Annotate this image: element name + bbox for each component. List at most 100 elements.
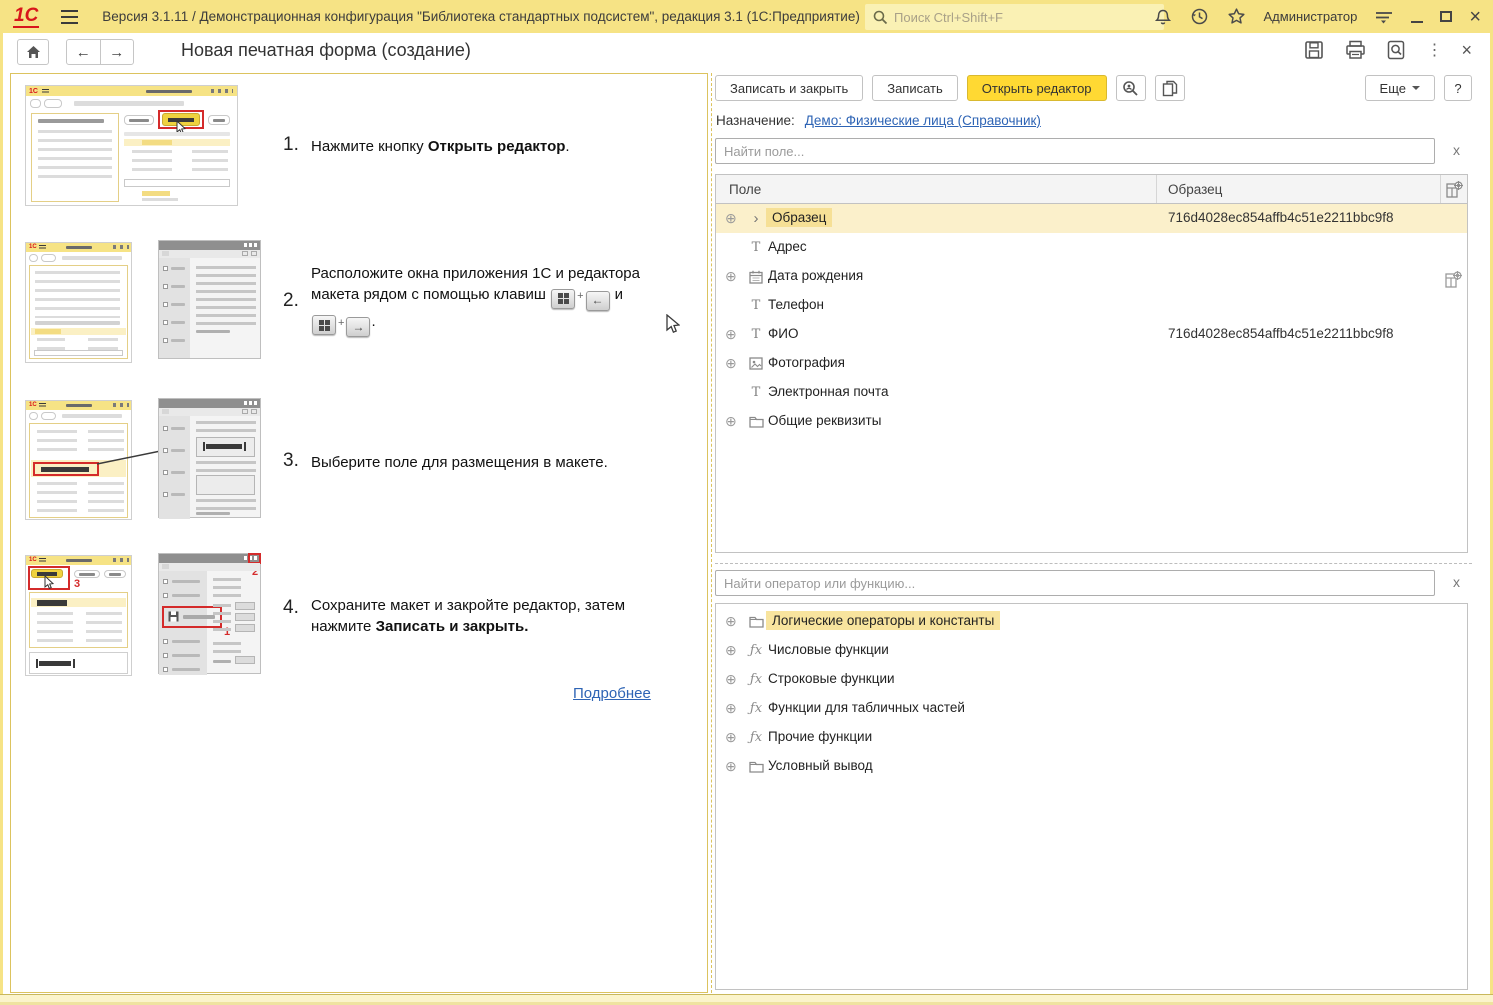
sections-splitter[interactable] xyxy=(715,563,1472,564)
minimize-button[interactable] xyxy=(1411,11,1423,23)
expand-icon[interactable]: ⊕ xyxy=(725,327,737,341)
command-bar: Записать и закрыть Записать Открыть реда… xyxy=(715,75,1472,101)
expand-icon[interactable]: ⊕ xyxy=(725,643,737,657)
assignment-link[interactable]: Демо: Физические лица (Справочник) xyxy=(805,113,1041,128)
function-row-string[interactable]: ⊕ ƒx Строковые функции xyxy=(716,665,1467,694)
connection-quality-icon[interactable] xyxy=(1374,7,1394,27)
field-row-phone[interactable]: Т Телефон xyxy=(716,291,1467,320)
close-form-button[interactable]: × xyxy=(1461,43,1472,57)
forward-button[interactable]: → xyxy=(101,40,134,64)
assignment-row: Назначение: Демо: Физические лица (Справо… xyxy=(716,113,1041,128)
panel-splitter[interactable] xyxy=(711,73,712,993)
open-editor-button[interactable]: Открыть редактор xyxy=(967,75,1107,101)
functions-tree: ⊕ Логические операторы и константы ⊕ ƒx … xyxy=(715,603,1468,990)
text-type-icon: Т xyxy=(747,297,765,314)
page-title: Новая печатная форма (создание) xyxy=(181,40,471,61)
clear-field-search-icon[interactable]: x xyxy=(1453,142,1460,158)
more-commands-icon[interactable]: ⋮ xyxy=(1426,40,1442,60)
field-row-fio[interactable]: ⊕ Т ФИО 716d4028ec854affb4c51e2211bbc9f8 xyxy=(716,320,1467,349)
1c-logo: 1С xyxy=(13,6,39,28)
column-sample: Образец xyxy=(1168,182,1222,197)
field-row-address[interactable]: Т Адрес xyxy=(716,233,1467,262)
row-settings-icon[interactable] xyxy=(1444,270,1463,289)
copy-icon xyxy=(1162,80,1178,97)
favorites-star-icon[interactable] xyxy=(1227,7,1247,27)
field-search-input[interactable] xyxy=(715,138,1435,164)
badge-3: 3 xyxy=(74,578,80,590)
tutorial-thumb-step4: 1С 3 2 xyxy=(25,553,239,675)
expand-icon[interactable]: ⊕ xyxy=(725,211,737,225)
global-search-input[interactable] xyxy=(894,10,1134,25)
print-preview-icon[interactable] xyxy=(1385,39,1407,61)
text-type-icon: Т xyxy=(747,239,765,256)
save-icon[interactable] xyxy=(1303,39,1325,61)
window-title: Версия 3.1.11 / Демонстрационная конфигу… xyxy=(102,9,860,24)
function-row-tabular[interactable]: ⊕ ƒx Функции для табличных частей xyxy=(716,694,1467,723)
main-menu-icon[interactable] xyxy=(61,10,78,24)
magnifier-icon xyxy=(1122,80,1139,97)
tutorial-thumb-step2: 1С xyxy=(25,240,239,362)
chevron-down-icon xyxy=(1412,86,1420,90)
text-type-icon: Т xyxy=(747,326,765,343)
function-row-conditional[interactable]: ⊕ Условный вывод xyxy=(716,752,1467,781)
field-row-email[interactable]: Т Электронная почта xyxy=(716,378,1467,407)
expand-icon[interactable]: ⊕ xyxy=(725,730,737,744)
fields-table: Поле Образец ⊕ › Образец 716d4028ec854af… xyxy=(715,174,1468,553)
home-button[interactable] xyxy=(17,39,49,65)
expand-icon[interactable]: ⊕ xyxy=(725,614,737,628)
save-and-close-button[interactable]: Записать и закрыть xyxy=(715,75,863,101)
function-row-other[interactable]: ⊕ ƒx Прочие функции xyxy=(716,723,1467,752)
chevron-right-icon: › xyxy=(747,210,765,227)
calendar-icon xyxy=(747,268,765,285)
cursor-icon xyxy=(44,576,54,590)
print-icon[interactable] xyxy=(1344,39,1366,61)
field-row-photo[interactable]: ⊕ Фотография xyxy=(716,349,1467,378)
mouse-cursor xyxy=(666,314,680,334)
function-row-numeric[interactable]: ⊕ ƒx Числовые функции xyxy=(716,636,1467,665)
expand-icon[interactable]: ⊕ xyxy=(725,701,737,715)
expand-icon[interactable]: ⊕ xyxy=(725,414,737,428)
assignment-label: Назначение: xyxy=(716,113,795,128)
save-icon xyxy=(168,611,179,622)
function-row-logical[interactable]: ⊕ Логические операторы и константы xyxy=(716,607,1467,636)
window-frame-left xyxy=(0,33,3,1005)
history-nav-group: ← → xyxy=(66,39,134,65)
print-form-editor-panel: Записать и закрыть Записать Открыть реда… xyxy=(715,73,1475,993)
back-button[interactable]: ← xyxy=(67,40,101,64)
windows-key-icon xyxy=(551,289,575,309)
folder-icon xyxy=(747,758,765,775)
find-button[interactable] xyxy=(1116,75,1146,101)
expand-icon[interactable]: ⊕ xyxy=(725,672,737,686)
field-row-birthdate[interactable]: ⊕ Дата рождения xyxy=(716,262,1467,291)
field-search-row: x xyxy=(715,138,1472,164)
step1-number: 1. xyxy=(283,134,299,156)
search-icon xyxy=(873,10,888,25)
help-button[interactable]: ? xyxy=(1444,75,1472,101)
step1-text: Нажмите кнопку Открыть редактор. xyxy=(311,136,673,157)
table-settings-icon[interactable] xyxy=(1445,180,1464,199)
arrow-left-key-icon: ← xyxy=(586,291,610,311)
more-button[interactable]: Еще xyxy=(1365,75,1435,101)
clear-function-search-icon[interactable]: x xyxy=(1453,574,1460,590)
copy-button[interactable] xyxy=(1155,75,1185,101)
notifications-bell-icon[interactable] xyxy=(1153,7,1173,27)
maximize-button[interactable] xyxy=(1440,11,1452,22)
tutorial-panel: 1С 1С xyxy=(10,73,708,993)
arrow-right-key-icon: → xyxy=(346,317,370,337)
expand-icon[interactable]: ⊕ xyxy=(725,759,737,773)
expand-icon[interactable]: ⊕ xyxy=(725,356,737,370)
function-icon: ƒx xyxy=(747,642,765,659)
more-details-link[interactable]: Подробнее xyxy=(573,685,651,702)
function-search-input[interactable] xyxy=(715,570,1435,596)
save-button[interactable]: Записать xyxy=(872,75,958,101)
folder-icon xyxy=(747,613,765,630)
current-user[interactable]: Администратор xyxy=(1264,9,1358,24)
close-window-button[interactable]: × xyxy=(1469,10,1481,24)
step4-number: 4. xyxy=(283,597,299,619)
field-row-common-attrs[interactable]: ⊕ Общие реквизиты xyxy=(716,407,1467,436)
function-icon: ƒx xyxy=(747,729,765,746)
global-search[interactable] xyxy=(865,4,1164,30)
expand-icon[interactable]: ⊕ xyxy=(725,269,737,283)
history-icon[interactable] xyxy=(1190,7,1210,27)
field-row-sample[interactable]: ⊕ › Образец 716d4028ec854affb4c51e2211bb… xyxy=(716,204,1467,233)
